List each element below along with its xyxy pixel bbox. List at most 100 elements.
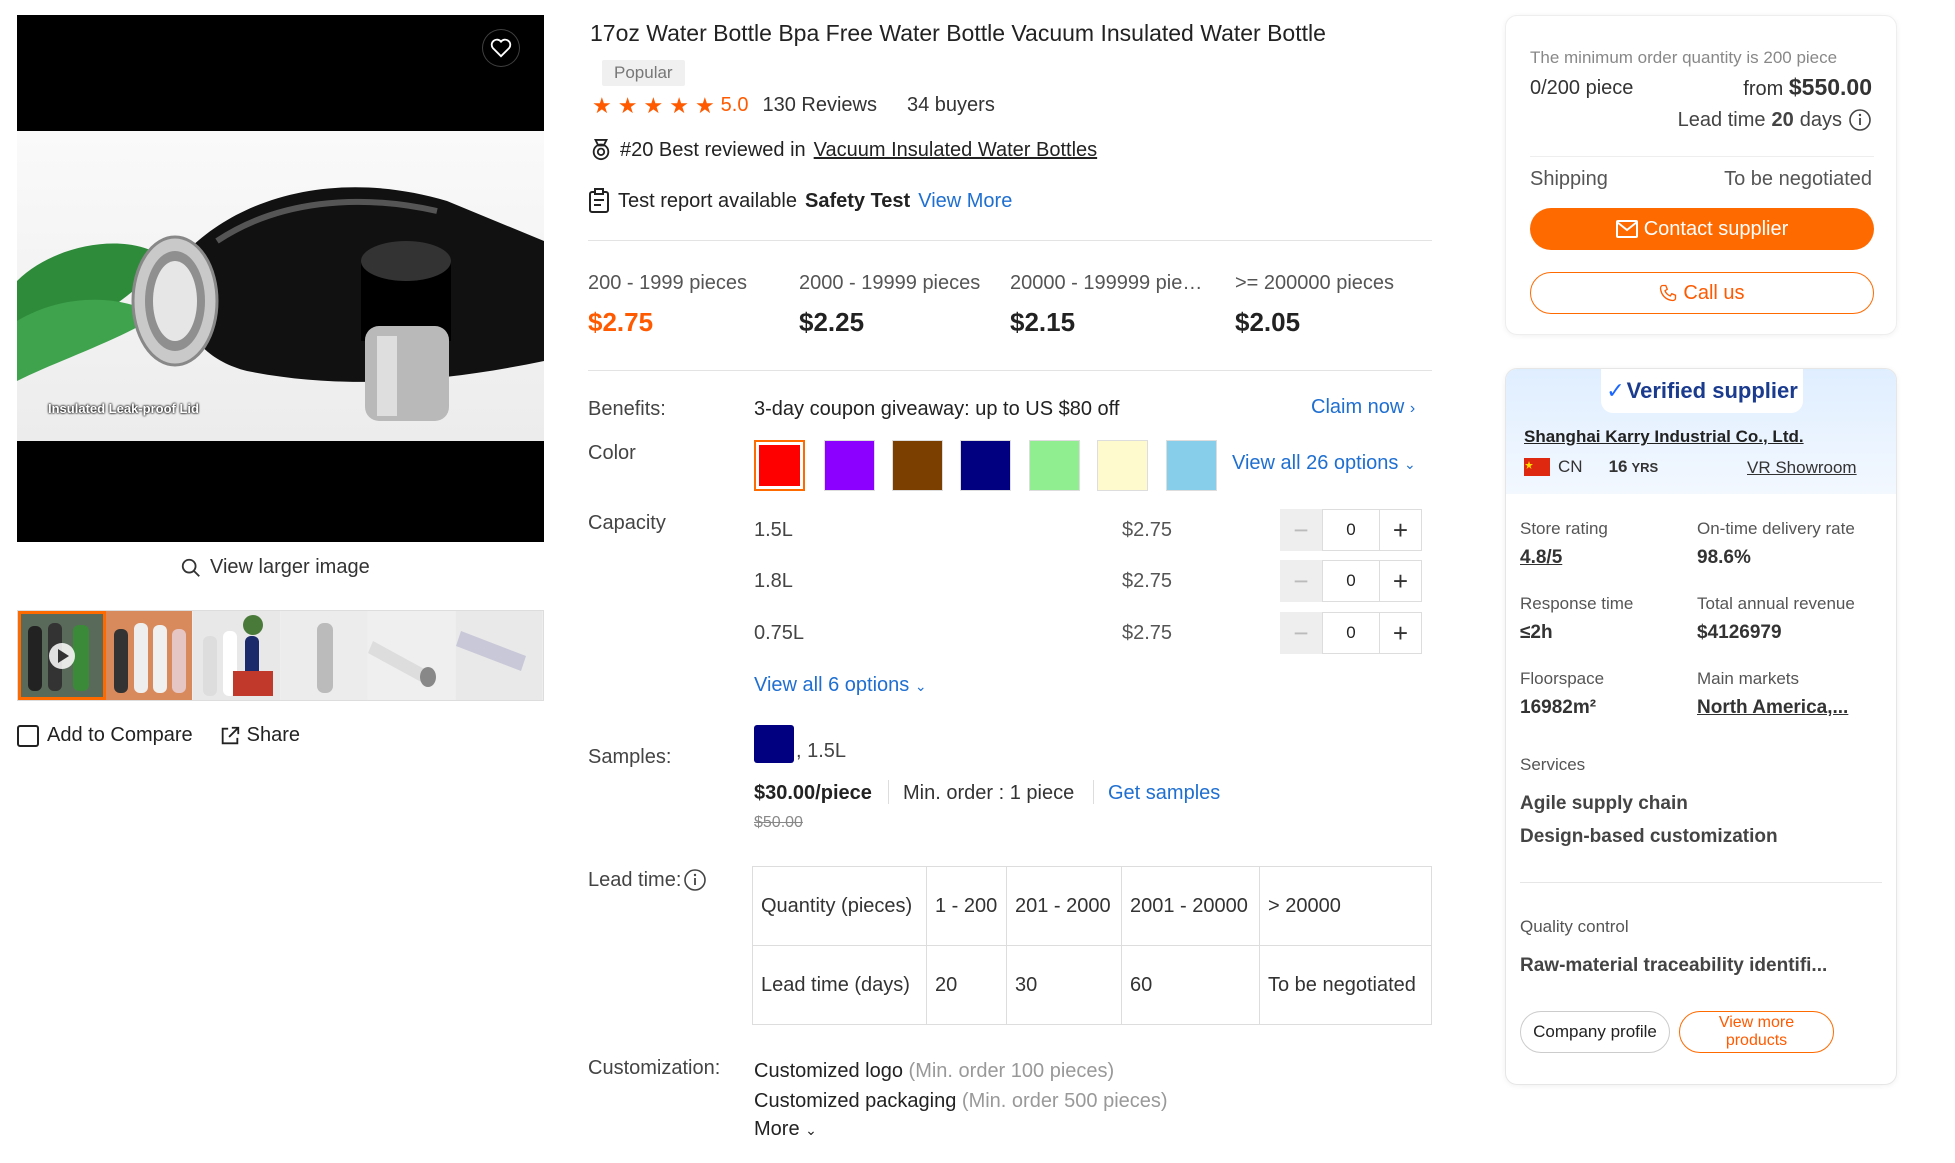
tier-price: $2.75	[588, 307, 654, 337]
color-swatch[interactable]	[754, 440, 805, 491]
quantity-stepper: − 0 +	[1280, 509, 1422, 551]
table-cell: 60	[1121, 945, 1260, 1025]
thumbnail[interactable]	[193, 611, 281, 700]
color-swatch[interactable]	[1097, 440, 1148, 491]
quality-control-label: Quality control	[1520, 917, 1629, 936]
claim-now-link[interactable]: Claim now ›	[1311, 396, 1415, 419]
ontime-label: On-time delivery rate	[1697, 519, 1855, 538]
contact-supplier-button[interactable]: Contact supplier	[1530, 208, 1874, 250]
benefits-text: 3-day coupon giveaway: up to US $80 off	[754, 398, 1120, 420]
best-reviewed-row: #20 Best reviewed in Vacuum Insulated Wa…	[590, 138, 1097, 162]
increment-button[interactable]: +	[1380, 560, 1422, 602]
capacity-option-price: $2.75	[1122, 622, 1173, 644]
thumbnail[interactable]	[105, 611, 193, 700]
vr-showroom-link[interactable]: VR Showroom	[1747, 458, 1857, 478]
divider	[1093, 780, 1094, 804]
info-icon[interactable]	[1848, 108, 1872, 132]
chevron-down-icon: ⌄	[1403, 456, 1416, 472]
capacity-option-name: 1.8L	[754, 570, 793, 592]
lead-time-table: Quantity (pieces) 1 - 200 201 - 2000 200…	[752, 866, 1432, 1025]
customization-label: Customization:	[588, 1057, 721, 1079]
color-swatch[interactable]	[892, 440, 943, 491]
thumbnail-strip	[17, 610, 544, 701]
supplier-card: ✓ Verified supplier Shanghai Karry Indust…	[1505, 368, 1897, 1085]
magnifier-icon	[181, 558, 200, 577]
star-icon: ★	[592, 92, 612, 118]
thumbnail[interactable]	[280, 611, 368, 700]
shipping-label: Shipping	[1530, 168, 1608, 190]
quantity-stepper: − 0 +	[1280, 612, 1422, 654]
view-all-capacity-link[interactable]: View all 6 options ⌄	[754, 674, 927, 697]
add-to-compare[interactable]: Add to Compare	[17, 724, 193, 747]
thumbnail-video[interactable]	[18, 611, 106, 700]
test-report-prefix: Test report available	[618, 189, 797, 212]
product-photo: Insulated Leak-proof Lid	[17, 131, 544, 441]
star-icon: ★	[643, 92, 664, 118]
best-reviewed-prefix: #20 Best reviewed in	[620, 138, 806, 161]
supplier-origin: CN 16 YRS	[1524, 457, 1658, 477]
customization-logo: Customized logo (Min. order 100 pieces)	[754, 1060, 1115, 1082]
test-report-name: Safety Test	[804, 189, 911, 212]
view-more-link[interactable]: View More	[918, 190, 1012, 213]
view-more-products-button[interactable]: View more products	[1679, 1011, 1834, 1053]
revenue-value: $4126979	[1697, 622, 1782, 643]
checkmark-icon: ✓	[1606, 378, 1625, 403]
company-profile-button[interactable]: Company profile	[1520, 1011, 1670, 1053]
decrement-button[interactable]: −	[1280, 509, 1322, 551]
table-cell: > 20000	[1259, 866, 1432, 946]
test-report-row: Test report available Safety Test View M…	[588, 188, 1012, 214]
min-order-note: The minimum order quantity is 200 piece	[1530, 48, 1838, 67]
table-cell: Lead time (days)	[752, 945, 927, 1025]
decrement-button[interactable]: −	[1280, 560, 1322, 602]
table-cell: To be negotiated	[1259, 945, 1432, 1025]
call-us-button[interactable]: Call us	[1530, 272, 1874, 314]
chevron-down-icon: ⌄	[914, 678, 927, 694]
share-button[interactable]: Share	[219, 724, 300, 747]
table-row: Quantity (pieces) 1 - 200 201 - 2000 200…	[752, 866, 1432, 946]
star-icon: ★	[669, 92, 689, 118]
share-icon	[221, 726, 239, 744]
decrement-button[interactable]: −	[1280, 612, 1322, 654]
divider	[1520, 882, 1882, 883]
favorite-heart-icon[interactable]	[482, 29, 520, 67]
increment-button[interactable]: +	[1380, 612, 1422, 654]
price-tier: 2000 - 19999 pieces $2.25	[799, 272, 981, 337]
quantity-input[interactable]: 0	[1322, 509, 1380, 551]
divider	[588, 240, 1432, 241]
supplier-name-link[interactable]: Shanghai Karry Industrial Co., Ltd.	[1524, 427, 1804, 447]
table-cell: 2001 - 20000	[1121, 866, 1260, 946]
sample-color-swatch	[754, 725, 794, 763]
color-swatch[interactable]	[824, 440, 875, 491]
info-icon[interactable]	[683, 868, 707, 892]
china-flag-icon	[1524, 458, 1550, 476]
mail-icon	[1615, 220, 1638, 238]
store-rating-label: Store rating	[1520, 519, 1608, 538]
thumbnail[interactable]	[455, 611, 543, 700]
increment-button[interactable]: +	[1380, 509, 1422, 551]
get-samples-link[interactable]: Get samples	[1108, 782, 1220, 805]
quantity-input[interactable]: 0	[1322, 612, 1380, 654]
main-markets-value[interactable]: North America,...	[1697, 697, 1848, 719]
chevron-down-icon: ⌄	[805, 1122, 817, 1138]
capacity-label: Capacity	[588, 512, 666, 534]
rating-score: 5.0	[720, 94, 749, 116]
service-item: Design-based customization	[1520, 826, 1778, 847]
main-product-image[interactable]: Insulated Leak-proof Lid	[17, 15, 544, 542]
view-all-colors-link[interactable]: View all 26 options ⌄	[1232, 452, 1416, 475]
quantity-stepper: − 0 +	[1280, 560, 1422, 602]
order-lead-time: Lead time 20 days	[1678, 108, 1872, 132]
thumbnail[interactable]	[368, 611, 456, 700]
color-swatch[interactable]	[1029, 440, 1080, 491]
store-rating-value[interactable]: 4.8/5	[1520, 547, 1562, 569]
best-reviewed-category-link[interactable]: Vacuum Insulated Water Bottles	[814, 139, 1097, 162]
reviews-link[interactable]: 130 Reviews	[762, 94, 877, 117]
table-cell: Quantity (pieces)	[752, 866, 927, 946]
color-swatch[interactable]	[1166, 440, 1217, 491]
color-swatch[interactable]	[960, 440, 1011, 491]
customization-more-link[interactable]: More ⌄	[754, 1118, 817, 1141]
divider	[888, 780, 889, 804]
quantity-input[interactable]: 0	[1322, 560, 1380, 602]
response-time-value: ≤2h	[1520, 622, 1553, 643]
view-larger-image-link[interactable]: View larger image	[180, 556, 370, 579]
product-title: 17oz Water Bottle Bpa Free Water Bottle …	[590, 20, 1326, 46]
